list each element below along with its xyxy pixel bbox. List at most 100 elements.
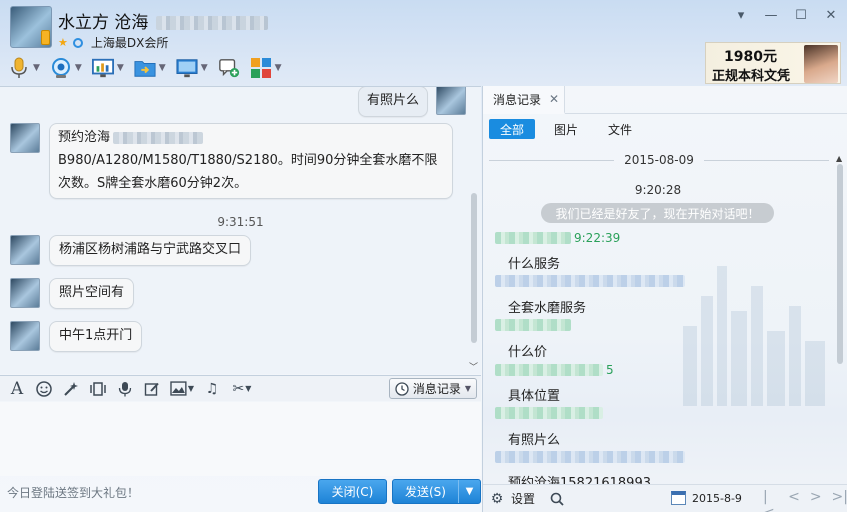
message-row: 中午1点开门	[10, 321, 143, 352]
edit-icon[interactable]	[143, 380, 161, 398]
screen-share-icon	[91, 57, 114, 79]
create-group-button[interactable]	[218, 57, 240, 79]
video-call-button[interactable]: ▼	[50, 57, 82, 79]
first-page-icon[interactable]: |<	[763, 489, 778, 512]
contact-avatar[interactable]	[10, 6, 52, 48]
ad-banner[interactable]: 1980元 正规本科文凭	[705, 42, 841, 84]
ad-price: 1980元	[724, 49, 777, 65]
calendar-icon[interactable]	[671, 491, 686, 505]
history-sender	[495, 451, 685, 463]
contact-avatar-small[interactable]	[10, 278, 40, 308]
filter-all[interactable]: 全部	[489, 119, 536, 139]
chevron-down-icon[interactable]: ▼	[117, 63, 124, 73]
scrollbar-thumb[interactable]	[471, 193, 477, 343]
scroll-down-icon[interactable]: ﹀	[469, 360, 478, 373]
send-options-icon[interactable]: ▼	[458, 480, 480, 503]
history-pagination: |< < > >|	[763, 489, 847, 512]
font-icon[interactable]: A	[8, 379, 26, 399]
close-icon[interactable]: ✕	[549, 92, 559, 106]
history-date[interactable]: 2015-8-9	[692, 492, 742, 505]
message-history-button[interactable]: 消息记录 ▼	[388, 378, 477, 399]
qq-status-icon[interactable]	[72, 37, 83, 48]
ad-image	[804, 45, 838, 83]
remote-desktop-button[interactable]: ▼	[176, 57, 208, 79]
screen-share-button[interactable]: ▼	[91, 57, 124, 79]
minimize-icon[interactable]: —	[763, 8, 779, 23]
history-message: 什么服务	[508, 257, 561, 272]
window-menu-icon[interactable]: ▾	[733, 8, 749, 23]
apps-icon	[250, 57, 272, 79]
redacted-name	[495, 364, 603, 376]
history-scrollbar[interactable]: ▲	[836, 154, 844, 488]
chat-history[interactable]: 有照片么 预约沧海 B980/A1280/M1580/T1880/S2180。时…	[0, 86, 481, 374]
contact-avatar-small[interactable]	[10, 123, 40, 153]
last-page-icon[interactable]: >|	[832, 489, 847, 512]
message-row: 照片空间有	[10, 278, 135, 309]
self-avatar[interactable]	[436, 87, 466, 115]
message-row: 杨浦区杨树浦路与宁武路交叉口	[10, 235, 252, 266]
image-icon[interactable]: ▼	[170, 380, 194, 398]
chevron-down-icon[interactable]: ▼	[159, 63, 166, 73]
self-message-bubble: 有照片么	[358, 87, 429, 117]
history-message: 全套水磨服务	[508, 301, 587, 316]
chevron-down-icon[interactable]: ▼	[201, 63, 208, 73]
close-button[interactable]: 关闭(C)	[318, 479, 387, 504]
music-icon[interactable]: ♫	[203, 380, 221, 398]
shake-icon[interactable]	[89, 380, 107, 398]
send-button[interactable]: 发送(S) ▼	[392, 479, 481, 504]
message-input[interactable]	[0, 402, 481, 476]
group-chat-icon	[218, 57, 240, 79]
microphone-icon	[8, 57, 30, 79]
search-icon[interactable]	[549, 491, 565, 507]
chevron-down-icon[interactable]: ▼	[33, 63, 40, 73]
history-message: 什么价	[508, 345, 548, 360]
voice-message-icon[interactable]	[116, 380, 134, 398]
prev-page-icon[interactable]: <	[788, 489, 800, 512]
redacted-name	[495, 451, 685, 463]
gear-icon[interactable]: ⚙	[489, 491, 505, 507]
history-message: 具体位置	[508, 389, 561, 404]
screenshot-icon[interactable]: ✂ ▼	[230, 380, 254, 398]
redacted-name	[495, 407, 603, 419]
history-timestamp: 9:20:28	[634, 183, 682, 197]
promo-link[interactable]: 今日登陆送签到大礼包！	[7, 484, 139, 501]
history-sender	[495, 319, 571, 331]
settings-button[interactable]: 设置	[511, 490, 535, 507]
chevron-down-icon[interactable]: ▼	[245, 384, 251, 393]
contact-avatar-small[interactable]	[10, 321, 40, 351]
mobile-online-icon	[41, 30, 50, 45]
redacted-name	[495, 275, 685, 287]
file-transfer-button[interactable]: ▼	[134, 57, 166, 79]
history-sender: 5	[495, 363, 614, 377]
chevron-down-icon[interactable]: ▼	[188, 384, 194, 393]
window-controls: ▾ — ☐ ✕	[733, 8, 839, 23]
redacted-name	[495, 232, 571, 244]
chevron-down-icon[interactable]: ▼	[75, 63, 82, 73]
contact-avatar-small[interactable]	[10, 235, 40, 265]
file-transfer-icon	[134, 57, 156, 79]
filter-images[interactable]: 图片	[543, 119, 589, 139]
contact-name: 水立方 沧海	[58, 8, 268, 33]
voice-call-button[interactable]: ▼	[8, 57, 40, 79]
chevron-down-icon[interactable]: ▼	[275, 63, 282, 73]
star-icon: ★	[58, 36, 68, 49]
date-separator: 2015-08-09	[489, 153, 829, 167]
magic-wand-icon[interactable]	[62, 380, 80, 398]
filter-files[interactable]: 文件	[597, 119, 643, 139]
apps-button[interactable]: ▼	[250, 57, 282, 79]
next-page-icon[interactable]: >	[810, 489, 822, 512]
tab-message-history[interactable]: 消息记录 ✕	[483, 86, 565, 114]
emoji-icon[interactable]	[35, 380, 53, 398]
chat-toolbar: ▼ ▼ ▼ ▼ ▼ ▼	[8, 54, 282, 82]
close-icon[interactable]: ✕	[823, 8, 839, 23]
maximize-icon[interactable]: ☐	[793, 8, 809, 23]
message-bubble: 杨浦区杨树浦路与宁武路交叉口	[49, 235, 252, 266]
scrollbar-thumb[interactable]	[837, 164, 843, 364]
history-bottom-bar: ⚙ 设置 2015-8-9 |< < > >|	[483, 484, 847, 512]
remote-desktop-icon	[176, 57, 198, 79]
message-bubble: 照片空间有	[49, 278, 135, 309]
clock-icon	[395, 381, 409, 396]
chat-scrollbar[interactable]: ﹀	[469, 89, 479, 373]
scroll-up-icon[interactable]: ▲	[836, 154, 842, 163]
input-toolbar: A ▼ ♫ ✂ ▼ 消息记录 ▼	[0, 375, 481, 401]
